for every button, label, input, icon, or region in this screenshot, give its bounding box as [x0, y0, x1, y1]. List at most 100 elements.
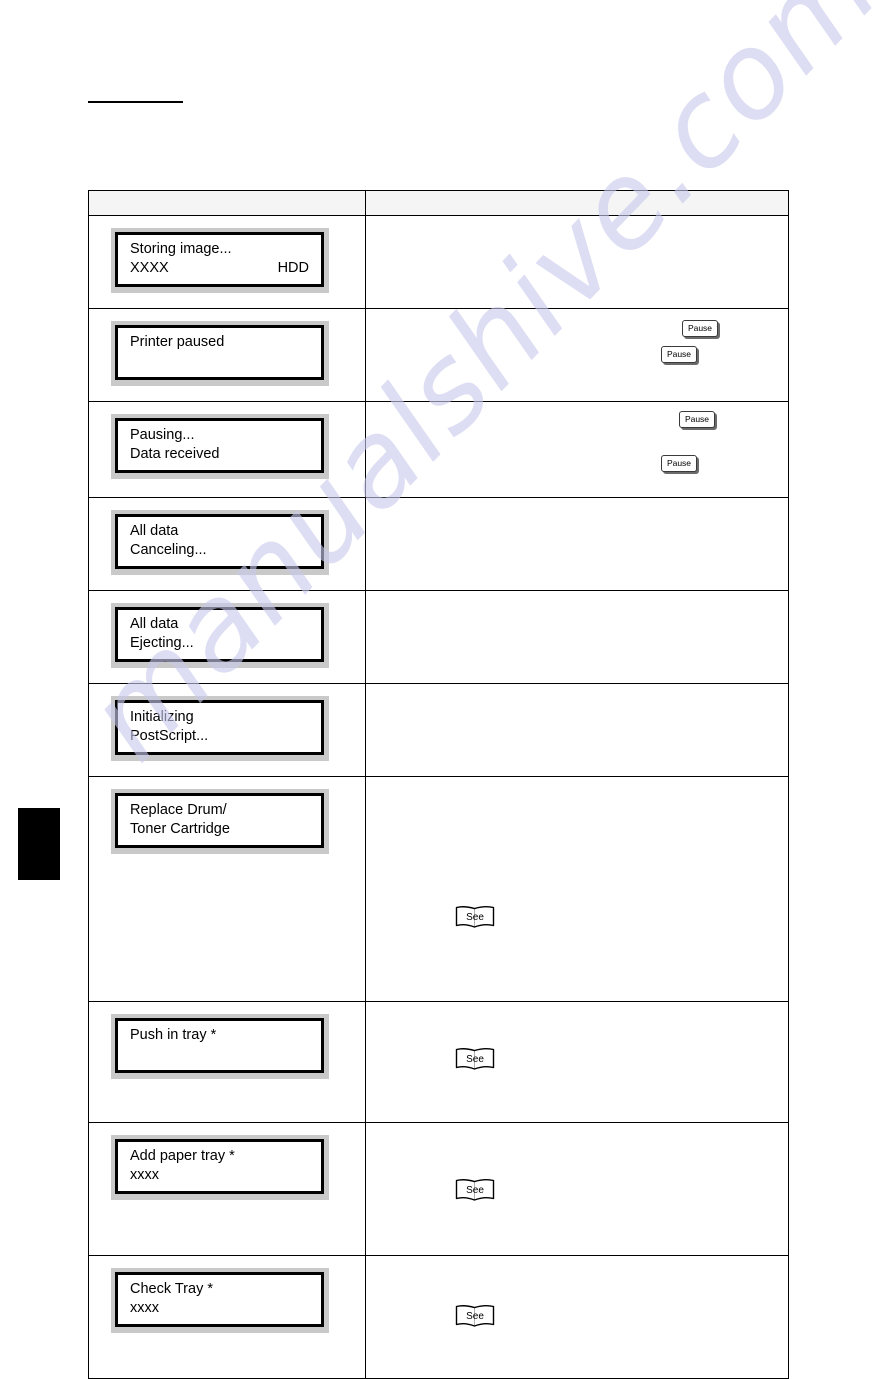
table-row: Pausing... Data received Pause Pause — [88, 401, 789, 498]
lcd-line-text: Printer paused — [130, 334, 225, 350]
message-cell: All data Canceling... — [88, 497, 366, 591]
lcd-screen: Push in tray * — [115, 1018, 324, 1073]
message-cell: Storing image... XXXX HDD — [88, 215, 366, 309]
see-reference-book-icon[interactable]: See — [455, 1304, 495, 1329]
lcd-screen: Storing image... XXXX HDD — [115, 232, 324, 287]
page-edge-tab-marker — [18, 808, 60, 880]
lcd-screen: Check Tray * xxxx — [115, 1272, 324, 1327]
description-cell: See — [365, 1255, 789, 1379]
lcd-line-text: Pausing... — [130, 427, 195, 443]
lcd-line: Replace Drum/ — [130, 801, 311, 820]
lcd-line: Initializing — [130, 708, 311, 727]
see-reference-book-icon[interactable]: See — [455, 1047, 495, 1072]
table-header-row — [88, 190, 789, 216]
description-cell: See — [365, 1122, 789, 1256]
table-row: Initializing PostScript... — [88, 683, 789, 777]
lcd-line-text: Storing image... — [130, 241, 232, 257]
description-cell: Pause Pause — [365, 308, 789, 402]
lcd-line: Pausing... — [130, 426, 311, 445]
lcd-line: Ejecting... — [130, 634, 311, 653]
table-row: Storing image... XXXX HDD — [88, 215, 789, 309]
lcd-line: All data — [130, 615, 311, 634]
table-row: All data Canceling... — [88, 497, 789, 591]
see-reference-book-icon[interactable]: See — [455, 905, 495, 930]
lcd-line: Printer paused — [130, 333, 311, 352]
lcd-screen: Printer paused — [115, 325, 324, 380]
lcd-line: xxxx — [130, 1299, 311, 1318]
description-cell: See — [365, 1001, 789, 1123]
pause-key-icon[interactable]: Pause — [661, 346, 697, 363]
lcd-line: PostScript... — [130, 727, 311, 746]
lcd-line-text: Replace Drum/ — [130, 802, 227, 818]
lcd-screen: All data Canceling... — [115, 514, 324, 569]
lcd-line-text: xxxx — [130, 1167, 159, 1183]
message-cell: Push in tray * — [88, 1001, 366, 1123]
lcd-panel-push-in-tray: Push in tray * — [111, 1014, 329, 1079]
lcd-screen: Add paper tray * xxxx — [115, 1139, 324, 1194]
see-reference-label: See — [466, 1184, 484, 1196]
lcd-line-text: Toner Cartridge — [130, 821, 230, 837]
message-cell: Printer paused — [88, 308, 366, 402]
description-cell: See — [365, 776, 789, 1002]
lcd-line-text — [130, 1045, 134, 1064]
lcd-panel-all-data-ejecting: All data Ejecting... — [111, 603, 329, 668]
column-header-message — [88, 190, 366, 216]
lcd-line: Push in tray * — [130, 1026, 311, 1045]
see-reference-label: See — [466, 1053, 484, 1065]
lcd-line-text: XXXX — [130, 260, 169, 276]
lcd-line: Storing image... — [130, 240, 311, 259]
lcd-screen: All data Ejecting... — [115, 607, 324, 662]
pause-key-icon[interactable]: Pause — [661, 455, 697, 472]
table-row: Add paper tray * xxxx See — [88, 1122, 789, 1256]
lcd-panel-replace-drum-toner-cartridge: Replace Drum/Toner Cartridge — [111, 789, 329, 854]
message-cell: Pausing... Data received — [88, 401, 366, 498]
lcd-line: Canceling... — [130, 541, 311, 560]
lcd-panel-pausing-data-received: Pausing... Data received — [111, 414, 329, 479]
see-reference-book-icon[interactable]: See — [455, 1178, 495, 1203]
lcd-panel-storing-image: Storing image... XXXX HDD — [111, 228, 329, 293]
lcd-line-text: Canceling... — [130, 542, 207, 558]
lcd-screen: Replace Drum/Toner Cartridge — [115, 793, 324, 848]
lcd-line-text: All data — [130, 616, 179, 632]
lcd-screen: Pausing... Data received — [115, 418, 324, 473]
lcd-line: xxxx — [130, 1166, 311, 1185]
lcd-line: Data received — [130, 445, 311, 464]
lcd-panel-add-paper-tray: Add paper tray * xxxx — [111, 1135, 329, 1200]
lcd-line-text: Add paper tray * — [130, 1148, 235, 1164]
lcd-line: Toner Cartridge — [130, 820, 311, 839]
lcd-panel-printer-paused: Printer paused — [111, 321, 329, 386]
lcd-line — [130, 352, 311, 371]
message-cell: Add paper tray * xxxx — [88, 1122, 366, 1256]
message-cell: Check Tray * xxxx — [88, 1255, 366, 1379]
lcd-screen: Initializing PostScript... — [115, 700, 324, 755]
table-row: Printer paused Pause Pause — [88, 308, 789, 402]
lcd-line — [130, 1045, 311, 1064]
description-cell — [365, 215, 789, 309]
pause-key-icon[interactable]: Pause — [679, 411, 715, 428]
lcd-line-text: Check Tray * — [130, 1281, 213, 1297]
pause-key-icon[interactable]: Pause — [682, 320, 718, 337]
column-header-description — [365, 190, 789, 216]
message-cell: Replace Drum/Toner Cartridge — [88, 776, 366, 1002]
lcd-line: Check Tray * — [130, 1280, 311, 1299]
table-row: Replace Drum/Toner Cartridge See — [88, 776, 789, 1002]
lcd-line: All data — [130, 522, 311, 541]
lcd-panel-all-data-canceling: All data Canceling... — [111, 510, 329, 575]
message-cell: Initializing PostScript... — [88, 683, 366, 777]
lcd-line-text: Push in tray * — [130, 1027, 217, 1043]
table-row: Check Tray * xxxx See — [88, 1255, 789, 1379]
message-cell: All data Ejecting... — [88, 590, 366, 684]
lcd-line: Add paper tray * — [130, 1147, 311, 1166]
lcd-line: XXXX HDD — [130, 259, 311, 278]
see-reference-label: See — [466, 911, 484, 923]
lcd-line-right-text: HDD — [277, 260, 309, 276]
lcd-line-text — [130, 352, 134, 371]
description-cell: Pause Pause — [365, 401, 789, 498]
message-reference-table: Storing image... XXXX HDD Printer paused Pa… — [88, 190, 789, 1379]
lcd-panel-check-tray: Check Tray * xxxx — [111, 1268, 329, 1333]
lcd-panel-initializing-postscript: Initializing PostScript... — [111, 696, 329, 761]
description-cell — [365, 683, 789, 777]
lcd-line-text: All data — [130, 523, 179, 539]
section-rule — [88, 101, 183, 103]
lcd-line-text: Initializing — [130, 709, 194, 725]
